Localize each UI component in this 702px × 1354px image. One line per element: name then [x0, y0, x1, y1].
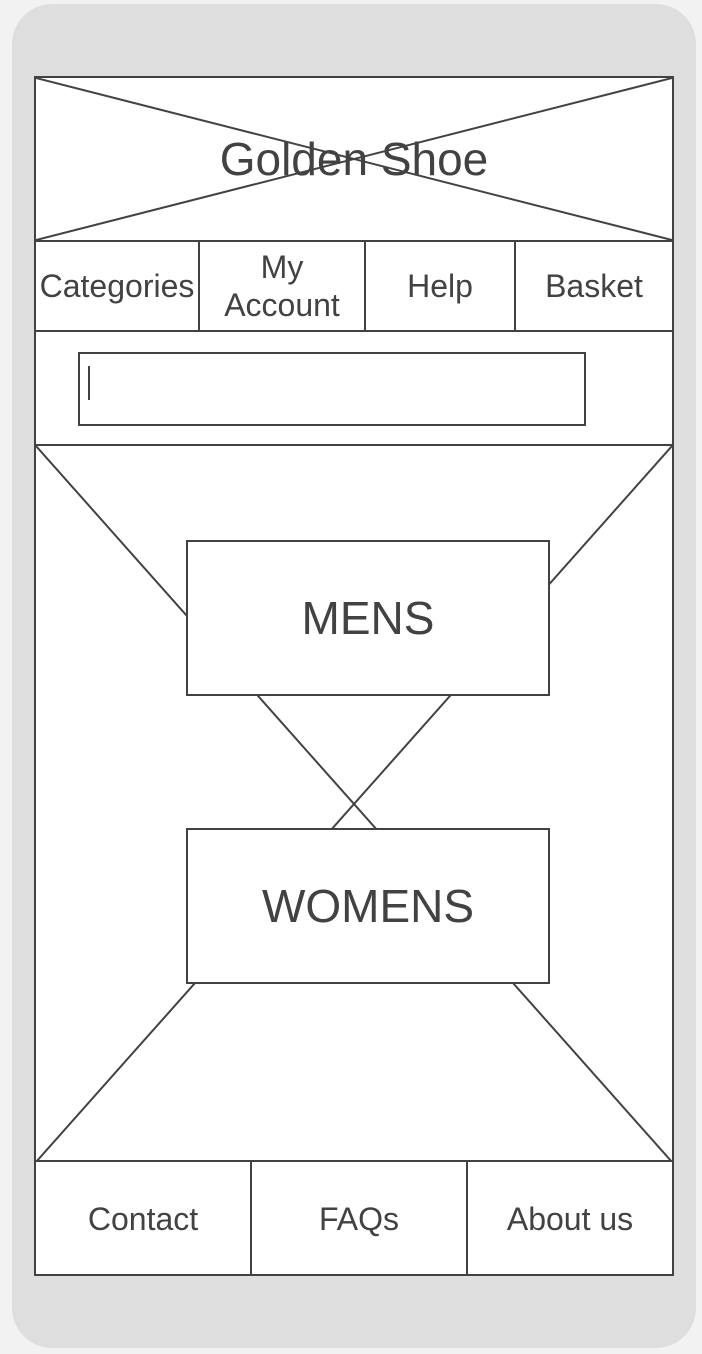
text-cursor: [88, 366, 90, 400]
app-screen: Golden Shoe Categories My Account Help B…: [34, 76, 674, 1276]
hero-section: MENS WOMENS: [36, 446, 672, 1162]
mens-category-button[interactable]: MENS: [186, 540, 550, 696]
nav-help[interactable]: Help: [366, 242, 516, 330]
main-nav: Categories My Account Help Basket: [36, 242, 672, 332]
womens-category-button[interactable]: WOMENS: [186, 828, 550, 984]
site-title[interactable]: Golden Shoe: [36, 78, 672, 240]
search-area: [36, 332, 672, 446]
footer-nav: Contact FAQs About us: [36, 1162, 672, 1276]
search-input[interactable]: [78, 352, 586, 426]
footer-contact-link[interactable]: Contact: [36, 1162, 252, 1276]
nav-basket[interactable]: Basket: [516, 242, 672, 330]
footer-about-us-link[interactable]: About us: [468, 1162, 672, 1276]
footer-faqs-link[interactable]: FAQs: [252, 1162, 468, 1276]
nav-my-account[interactable]: My Account: [200, 242, 366, 330]
nav-categories[interactable]: Categories: [36, 242, 200, 330]
header-banner: Golden Shoe: [36, 78, 672, 242]
